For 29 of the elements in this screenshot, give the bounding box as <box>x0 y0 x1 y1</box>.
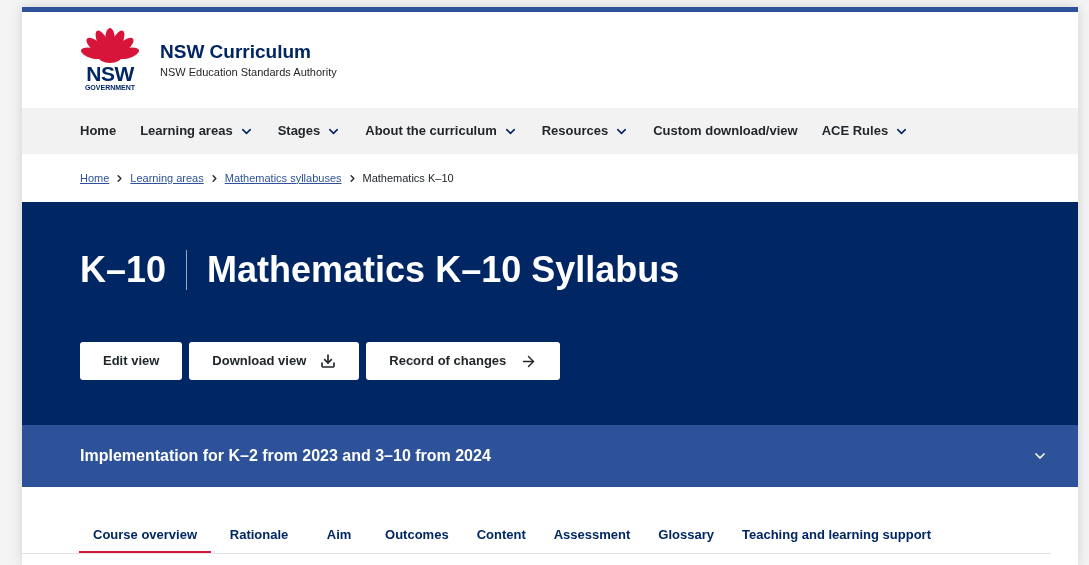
section-tab[interactable]: Rationale <box>211 518 308 553</box>
nav-menu-item[interactable]: Stages <box>265 108 354 154</box>
breadcrumb-link[interactable]: Learning areas <box>130 169 204 187</box>
action-button[interactable]: Edit view <box>80 342 183 380</box>
implementation-accordion[interactable]: Implementation for K–2 from 2023 and 3–10 from 2024 <box>22 425 1078 487</box>
breadcrumb-current: Mathematics K–10 <box>362 170 454 186</box>
nav-menu-item[interactable]: About the curriculum <box>353 108 530 154</box>
breadcrumb-link[interactable]: Home <box>80 169 110 187</box>
logo-wordmark: NSW <box>86 64 134 84</box>
site-subtitle: NSW Education Standards Authority <box>160 64 337 80</box>
nav-menu-item[interactable]: Custom download/view <box>641 108 810 154</box>
breadcrumb-link[interactable]: Mathematics syllabuses <box>224 169 342 187</box>
section-tab[interactable]: Teaching and learning support <box>728 518 945 553</box>
section-tab[interactable]: Course overview <box>79 518 212 553</box>
nav-menu-item[interactable]: Home <box>68 108 129 154</box>
stage-label: K–10 <box>80 248 167 292</box>
action-button[interactable]: Record of changes <box>366 342 561 380</box>
nav-menu-item[interactable]: ACE Rules <box>809 108 922 154</box>
nav-menu-item[interactable]: Learning areas <box>128 108 266 154</box>
accordion-title: Implementation for K–2 from 2023 and 3–10 from 2024 <box>80 446 491 466</box>
nav-menu-item[interactable]: Resources <box>529 108 642 154</box>
section-tab[interactable]: Assessment <box>539 518 645 553</box>
section-tab[interactable]: Outcomes <box>371 518 463 553</box>
action-button[interactable]: Download view <box>189 342 360 380</box>
section-tab[interactable]: Glossary <box>644 518 728 553</box>
page-title: Mathematics K–10 Syllabus <box>207 248 680 292</box>
site-title[interactable]: NSW Curriculum <box>160 39 337 64</box>
section-tab[interactable]: Content <box>462 518 540 553</box>
section-tab[interactable]: Aim <box>307 518 372 553</box>
